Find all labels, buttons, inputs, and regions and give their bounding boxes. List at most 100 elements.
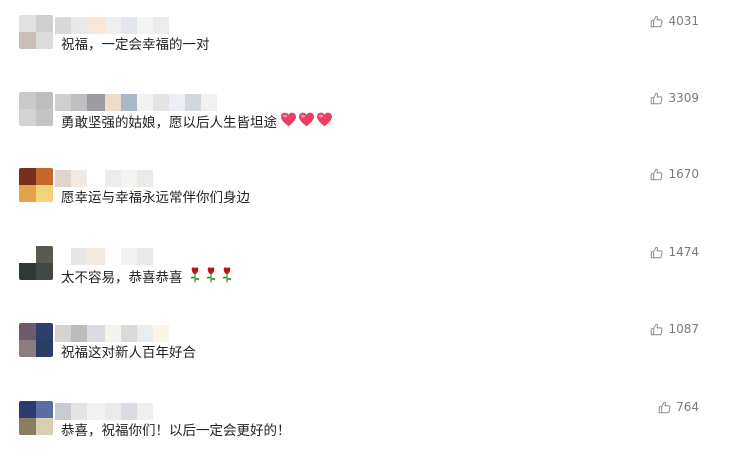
like-button[interactable]: 1087 xyxy=(650,322,699,336)
like-button[interactable]: 3309 xyxy=(650,91,699,105)
avatar-pixel xyxy=(19,401,36,418)
comment-body: 勇敢坚强的姑娘，愿以后人生皆坦途 xyxy=(61,114,277,131)
avatar-pixel xyxy=(36,109,53,126)
username-pixel xyxy=(137,248,153,265)
username-blurred[interactable] xyxy=(55,248,153,265)
like-count: 4031 xyxy=(668,14,699,28)
avatar[interactable] xyxy=(19,92,53,126)
comment-body: 太不容易，恭喜恭喜 xyxy=(61,269,183,286)
username-blurred[interactable] xyxy=(55,17,169,34)
comment-text: 愿幸运与幸福永远常伴你们身边 xyxy=(61,188,250,208)
like-button[interactable]: 1670 xyxy=(650,167,699,181)
avatar-pixel xyxy=(36,263,53,280)
username-pixel xyxy=(87,325,105,342)
username-pixel xyxy=(201,94,217,111)
username-pixel xyxy=(121,403,137,420)
comment-item: 祝福这对新人百年好合 1087 xyxy=(0,318,729,388)
comment-item: 愿幸运与幸福永远常伴你们身边 1670 xyxy=(0,163,729,233)
username-pixel xyxy=(169,94,185,111)
rose-emoji xyxy=(221,266,233,289)
username-pixel xyxy=(71,17,87,34)
comment-body: 祝福这对新人百年好合 xyxy=(61,345,196,361)
avatar-pixel xyxy=(36,340,53,357)
username-pixel xyxy=(137,17,153,34)
avatar-pixel xyxy=(19,168,36,185)
avatar-pixel xyxy=(36,32,53,49)
username-pixel xyxy=(153,94,169,111)
rose-emoji xyxy=(189,266,201,289)
like-button[interactable]: 4031 xyxy=(650,14,699,28)
like-count: 1474 xyxy=(668,245,699,259)
like-button[interactable]: 1474 xyxy=(650,245,699,259)
avatar-pixel xyxy=(36,323,53,340)
avatar-pixel xyxy=(19,340,36,357)
thumbs-up-icon xyxy=(651,168,663,180)
username-pixel xyxy=(71,248,87,265)
like-count: 1087 xyxy=(668,322,699,336)
comment-text: 勇敢坚强的姑娘，愿以后人生皆坦途 xyxy=(61,112,333,133)
avatar-pixel xyxy=(19,15,36,32)
username-pixel xyxy=(121,248,137,265)
avatar[interactable] xyxy=(19,323,53,357)
username-pixel xyxy=(153,17,169,34)
avatar-pixel xyxy=(19,263,36,280)
like-button[interactable]: 764 xyxy=(658,400,699,414)
username-blurred[interactable] xyxy=(55,94,217,111)
username-pixel xyxy=(105,248,121,265)
heart-emoji xyxy=(316,112,333,133)
avatar[interactable] xyxy=(19,246,53,280)
username-pixel xyxy=(55,170,71,187)
rose-icon xyxy=(190,267,199,283)
username-pixel xyxy=(137,325,153,342)
comment-item: 恭喜，祝福你们！以后一定会更好的！ 764 xyxy=(0,396,729,466)
avatar-pixel xyxy=(36,168,53,185)
heart-icon xyxy=(281,112,296,127)
comment-text: 祝福，一定会幸福的一对 xyxy=(61,35,210,55)
avatar-pixel xyxy=(19,185,36,202)
like-count: 3309 xyxy=(668,91,699,105)
avatar-pixel xyxy=(36,92,53,109)
username-pixel xyxy=(71,403,87,420)
username-pixel xyxy=(87,403,105,420)
avatar[interactable] xyxy=(19,168,53,202)
rose-emoji-group xyxy=(185,266,233,289)
thumbs-up-icon xyxy=(658,401,671,413)
heart-icon xyxy=(317,112,332,127)
comment-body: 恭喜，祝福你们！以后一定会更好的！ xyxy=(61,423,291,439)
heart-emoji-group xyxy=(279,112,333,133)
avatar-pixel xyxy=(19,418,36,435)
comment-item: 太不容易，恭喜恭喜 1474 xyxy=(0,241,729,311)
avatar[interactable] xyxy=(19,401,53,435)
username-pixel xyxy=(71,94,87,111)
username-pixel xyxy=(87,248,105,265)
username-pixel xyxy=(121,325,137,342)
thumbs-up-icon xyxy=(651,15,663,27)
username-pixel xyxy=(105,170,121,187)
avatar-pixel xyxy=(19,246,36,263)
heart-emoji xyxy=(280,112,297,133)
username-pixel xyxy=(105,94,121,111)
username-pixel xyxy=(87,170,105,187)
username-pixel xyxy=(137,170,153,187)
comment-body: 愿幸运与幸福永远常伴你们身边 xyxy=(61,190,250,206)
heart-emoji xyxy=(298,112,315,133)
avatar[interactable] xyxy=(19,15,53,49)
comment-item: 勇敢坚强的姑娘，愿以后人生皆坦途 3309 xyxy=(0,87,729,157)
username-pixel xyxy=(185,94,201,111)
avatar-pixel xyxy=(19,323,36,340)
username-pixel xyxy=(55,17,71,34)
avatar-pixel xyxy=(19,32,36,49)
avatar-pixel xyxy=(36,418,53,435)
username-pixel xyxy=(55,403,71,420)
username-pixel xyxy=(121,94,137,111)
username-blurred[interactable] xyxy=(55,325,169,342)
thumbs-up-icon xyxy=(651,92,663,104)
username-pixel xyxy=(87,94,105,111)
username-pixel xyxy=(121,17,137,34)
username-blurred[interactable] xyxy=(55,403,153,420)
username-pixel xyxy=(105,403,121,420)
username-pixel xyxy=(105,325,121,342)
username-blurred[interactable] xyxy=(55,170,153,187)
avatar-pixel xyxy=(36,401,53,418)
comment-text: 祝福这对新人百年好合 xyxy=(61,343,196,363)
